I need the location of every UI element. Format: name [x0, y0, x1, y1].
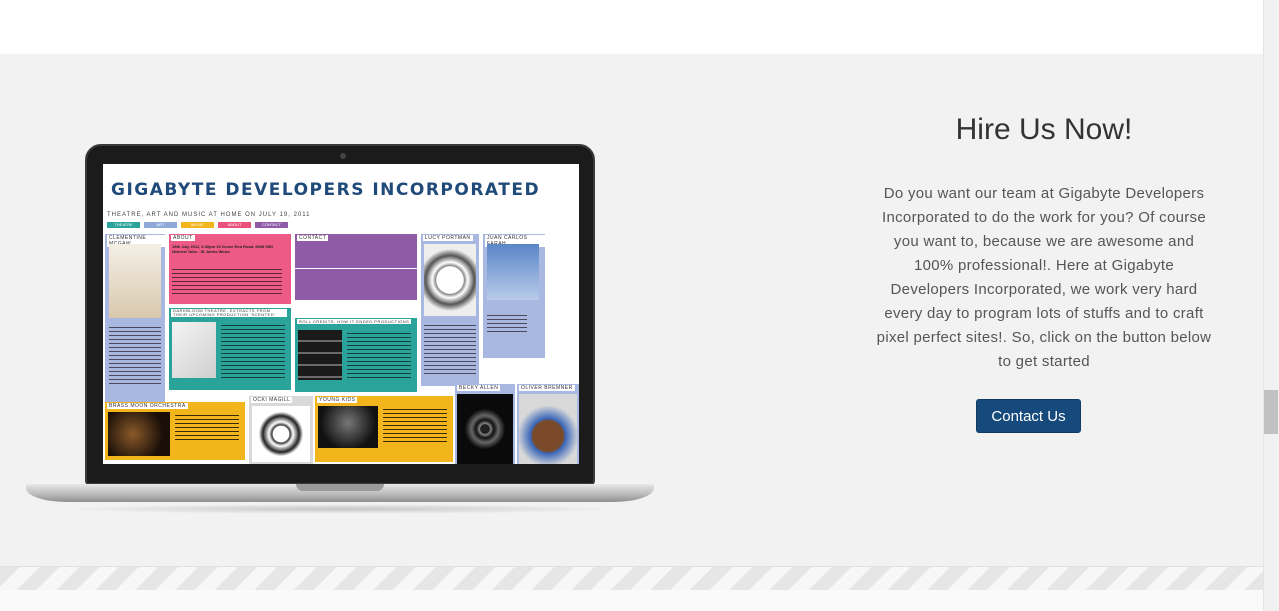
screen-nav-item: ART: [144, 222, 177, 228]
text-lines: [424, 322, 476, 377]
vertical-scrollbar[interactable]: [1263, 0, 1279, 611]
laptop-shadow: [56, 504, 624, 514]
theatre-image: [172, 322, 216, 378]
screen-block-label: ABOUT: [171, 235, 195, 241]
screen-nav-item: ABOUT: [218, 222, 251, 228]
scrollbar-thumb[interactable]: [1264, 390, 1278, 434]
drawing-image: [424, 244, 476, 316]
sky-image: [487, 244, 539, 300]
laptop-screen: Gigabyte Developers Incorporated THEATRE…: [103, 164, 579, 464]
video-tapes-image: [298, 330, 342, 380]
about-text: 19th July 2011, 6.30pm 15 Grove End Road…: [172, 244, 274, 254]
striped-divider: [0, 566, 1263, 591]
screen-block-oliver: OLIVER BREMNER: [517, 384, 579, 464]
screen-block-lucy: LUCY PORTMAN: [421, 234, 479, 386]
band-image: [318, 406, 378, 448]
screen-block-contact: CONTACT: [295, 234, 417, 300]
top-section: [0, 0, 1263, 54]
screen-block-roll-credits: ROLL CREDITS, HOW IT ENDED PRODUCTIONS: [295, 318, 417, 392]
illustration-image: [252, 406, 310, 462]
text-lines: [109, 324, 161, 384]
sculpture-image: [109, 244, 161, 318]
screen-block-label: ROLL CREDITS, HOW IT ENDED PRODUCTIONS: [297, 319, 412, 324]
screen-nav-item: MUSIC: [181, 222, 214, 228]
text-lines: [487, 312, 527, 334]
text-lines: [383, 406, 447, 442]
camera-icon: [340, 153, 346, 159]
text-lines: [172, 266, 282, 296]
screen-block-label: CONTACT: [297, 235, 329, 241]
screen-site-title: Gigabyte Developers Incorporated: [111, 180, 541, 200]
screen-block-brass-moon: BRASS MOON ORCHESTRA: [105, 402, 245, 460]
screen-block-label: OCKI MAGILL: [251, 397, 293, 403]
abstract-image: [457, 394, 513, 464]
orchestra-image: [108, 412, 170, 456]
contact-us-button[interactable]: Contact Us: [976, 399, 1081, 433]
screen-block-ocki: OCKI MAGILL: [249, 396, 313, 464]
laptop-mockup: Gigabyte Developers Incorporated THEATRE…: [26, 144, 654, 516]
footer-strip: [0, 590, 1263, 611]
screen-subtitle: THEATRE, ART AND MUSIC AT HOME ON JULY 1…: [107, 212, 311, 218]
screen-block-darkbloom: DARKBLOOM THEATRE, EXTRACTS FROM THEIR U…: [169, 308, 291, 390]
screen-nav: THEATRE ART MUSIC ABOUT CONTACT: [107, 222, 288, 228]
text-lines: [347, 330, 411, 380]
screen-nav-item: CONTACT: [255, 222, 288, 228]
divider: [295, 268, 417, 269]
hire-us-title: Hire Us Now!: [955, 113, 1133, 146]
screen-block-becky: BECKY ALLEN: [455, 384, 515, 464]
screen-block-label: LUCY PORTMAN: [423, 235, 473, 241]
text-lines: [175, 412, 239, 442]
screen-block-juan: JUAN CARLOS FARAH: [483, 234, 545, 358]
screen-block-label: OLIVER BREMNER: [519, 385, 575, 391]
screen-block-label: YOUNG KIDS: [317, 397, 358, 403]
text-lines: [221, 322, 285, 378]
screen-block-clementine: CLEMENTINE MCGAW: [105, 234, 165, 406]
screen-block-about: ABOUT 19th July 2011, 6.30pm 15 Grove En…: [169, 234, 291, 304]
laptop-lid: Gigabyte Developers Incorporated THEATRE…: [85, 144, 595, 485]
screen-block-label: BECKY ALLEN: [457, 385, 501, 391]
screen-nav-item: THEATRE: [107, 222, 140, 228]
screen-block-young-kids: YOUNG KIDS: [315, 396, 453, 462]
laptop-notch: [296, 484, 384, 491]
hire-us-description: Do you want our team at Gigabyte Develop…: [876, 185, 1212, 370]
screen-block-label: BRASS MOON ORCHESTRA: [107, 403, 188, 409]
portrait-image: [519, 394, 577, 464]
screen-block-label: DARKBLOOM THEATRE, EXTRACTS FROM THEIR U…: [171, 309, 287, 317]
